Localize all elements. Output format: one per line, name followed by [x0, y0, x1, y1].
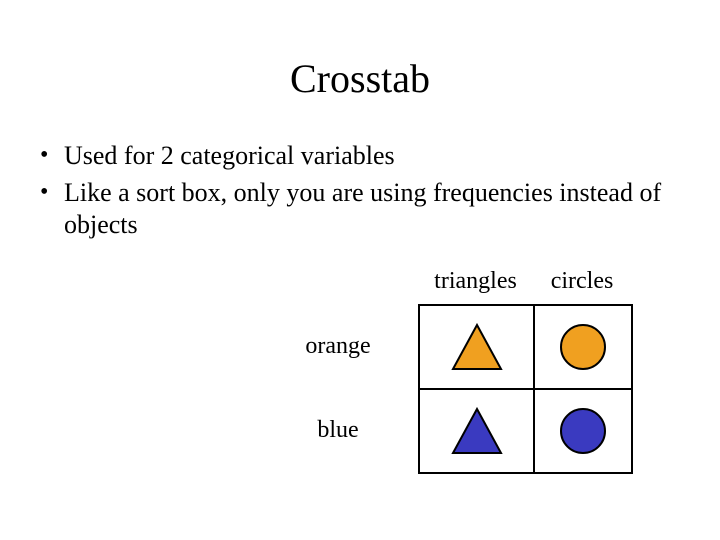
triangle-icon	[449, 321, 505, 373]
circle-icon	[558, 406, 608, 456]
bullet-item: Like a sort box, only you are using freq…	[38, 177, 678, 242]
cell-blue-triangle	[419, 389, 534, 473]
col-header-circles: circles	[533, 268, 631, 295]
bullet-item: Used for 2 categorical variables	[38, 140, 678, 173]
cell-orange-circle	[534, 305, 632, 389]
row-headers: orange blue	[268, 304, 408, 472]
crosstab-grid	[418, 304, 633, 474]
circle-icon	[558, 322, 608, 372]
cell-orange-triangle	[419, 305, 534, 389]
cell-blue-circle	[534, 389, 632, 473]
col-header-triangles: triangles	[418, 268, 533, 295]
bullet-list: Used for 2 categorical variables Like a …	[38, 140, 678, 242]
slide: Crosstab Used for 2 categorical variable…	[0, 0, 720, 540]
triangle-icon	[449, 405, 505, 457]
column-headers: triangles circles	[418, 268, 631, 295]
row-header-orange: orange	[268, 304, 408, 388]
row-header-blue: blue	[268, 388, 408, 472]
slide-title: Crosstab	[0, 0, 720, 102]
